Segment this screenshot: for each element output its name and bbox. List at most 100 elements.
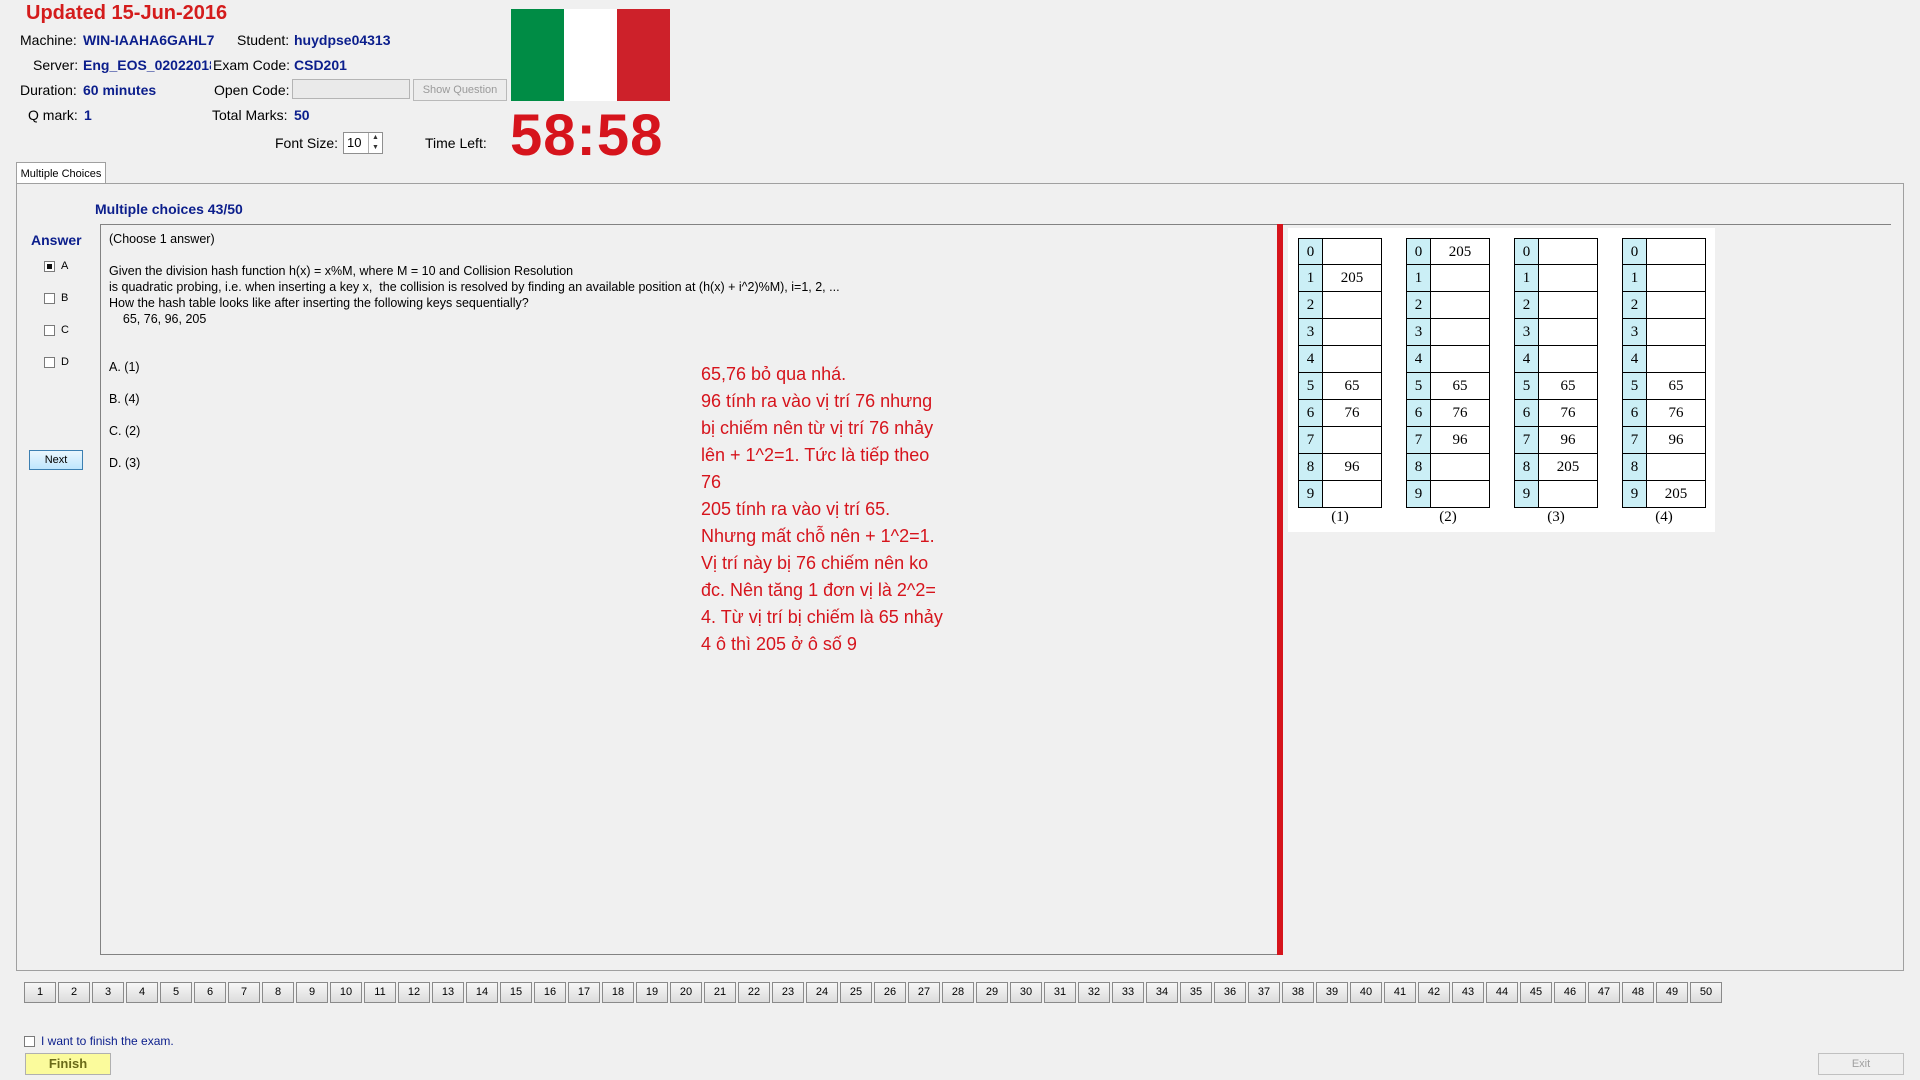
hash-index: 3 — [1406, 319, 1430, 346]
hash-index: 6 — [1514, 400, 1538, 427]
question-number-button[interactable]: 39 — [1316, 982, 1348, 1003]
exit-button[interactable]: Exit — [1818, 1053, 1904, 1075]
question-number-button[interactable]: 41 — [1384, 982, 1416, 1003]
question-number-button[interactable]: 37 — [1248, 982, 1280, 1003]
question-number-button[interactable]: 40 — [1350, 982, 1382, 1003]
hash-value — [1538, 238, 1598, 265]
answer-option-a[interactable]: A — [44, 260, 68, 272]
finish-button[interactable]: Finish — [25, 1053, 111, 1075]
question-number-button[interactable]: 32 — [1078, 982, 1110, 1003]
question-number-button[interactable]: 48 — [1622, 982, 1654, 1003]
checkbox-a[interactable] — [44, 260, 55, 272]
question-number-button[interactable]: 18 — [602, 982, 634, 1003]
question-number-button[interactable]: 33 — [1112, 982, 1144, 1003]
answer-option-d[interactable]: D — [44, 356, 69, 368]
hash-tables-image: 0 1 205 2 3 4 5 65 6 76 7 8 96 9 (1) 0 205 1 2 3 4 5 65 6 76 7 96 8… — [1288, 228, 1715, 532]
hash-table-row: 2 — [1514, 292, 1598, 319]
question-number-button[interactable]: 21 — [704, 982, 736, 1003]
checkbox-d[interactable] — [44, 356, 55, 368]
hash-table-row: 5 65 — [1406, 373, 1490, 400]
hash-index: 4 — [1622, 346, 1646, 373]
question-number-button[interactable]: 28 — [942, 982, 974, 1003]
hash-index: 6 — [1406, 400, 1430, 427]
checkbox-c[interactable] — [44, 324, 55, 336]
hash-table-row: 9 — [1406, 481, 1490, 508]
question-number-button[interactable]: 7 — [228, 982, 260, 1003]
stepper-up-icon[interactable]: ▲ — [368, 133, 382, 143]
question-number-button[interactable]: 4 — [126, 982, 158, 1003]
machine-label: Machine: — [20, 32, 77, 48]
question-number-button[interactable]: 13 — [432, 982, 464, 1003]
hash-index: 4 — [1298, 346, 1322, 373]
question-number-button[interactable]: 14 — [466, 982, 498, 1003]
question-number-button[interactable]: 19 — [636, 982, 668, 1003]
hash-table-row: 4 — [1406, 346, 1490, 373]
question-number-button[interactable]: 12 — [398, 982, 430, 1003]
next-button[interactable]: Next — [29, 450, 83, 470]
question-number-button[interactable]: 5 — [160, 982, 192, 1003]
hash-table-row: 9 205 — [1622, 481, 1706, 508]
answer-option-b[interactable]: B — [44, 292, 68, 304]
question-number-button[interactable]: 8 — [262, 982, 294, 1003]
question-number-button[interactable]: 35 — [1180, 982, 1212, 1003]
question-number-button[interactable]: 43 — [1452, 982, 1484, 1003]
hash-table-row: 1 — [1406, 265, 1490, 292]
exam-code-value: CSD201 — [294, 57, 347, 73]
show-question-button[interactable]: Show Question — [413, 79, 507, 101]
stepper-down-icon[interactable]: ▼ — [368, 143, 382, 153]
question-number-button[interactable]: 3 — [92, 982, 124, 1003]
hash-value — [1322, 427, 1382, 454]
question-number-button[interactable]: 36 — [1214, 982, 1246, 1003]
hash-table-caption: (2) — [1439, 509, 1457, 525]
question-number-button[interactable]: 26 — [874, 982, 906, 1003]
question-number-button[interactable]: 44 — [1486, 982, 1518, 1003]
question-number-button[interactable]: 29 — [976, 982, 1008, 1003]
qmark-value: 1 — [84, 107, 92, 123]
hash-table-row: 5 65 — [1622, 373, 1706, 400]
question-number-button[interactable]: 20 — [670, 982, 702, 1003]
question-number-button[interactable]: 22 — [738, 982, 770, 1003]
answer-option-c[interactable]: C — [44, 324, 69, 336]
hash-table-row: 3 — [1406, 319, 1490, 346]
finish-checkbox[interactable] — [24, 1036, 35, 1048]
question-number-button[interactable]: 30 — [1010, 982, 1042, 1003]
question-number-button[interactable]: 16 — [534, 982, 566, 1003]
question-number-button[interactable]: 45 — [1520, 982, 1552, 1003]
hash-index: 8 — [1514, 454, 1538, 481]
hash-index: 5 — [1622, 373, 1646, 400]
question-number-button[interactable]: 1 — [24, 982, 56, 1003]
hash-value: 65 — [1538, 373, 1598, 400]
question-number-button[interactable]: 24 — [806, 982, 838, 1003]
tab-multiple-choices[interactable]: Multiple Choices — [16, 162, 106, 184]
question-number-button[interactable]: 2 — [58, 982, 90, 1003]
question-number-button[interactable]: 42 — [1418, 982, 1450, 1003]
finish-confirm[interactable]: I want to finish the exam. — [24, 1034, 174, 1048]
hash-index: 8 — [1622, 454, 1646, 481]
hash-value: 65 — [1646, 373, 1706, 400]
open-code-input[interactable] — [292, 79, 410, 99]
hash-index: 3 — [1514, 319, 1538, 346]
question-number-button[interactable]: 6 — [194, 982, 226, 1003]
question-number-button[interactable]: 11 — [364, 982, 396, 1003]
checkbox-b[interactable] — [44, 292, 55, 304]
question-number-button[interactable]: 34 — [1146, 982, 1178, 1003]
answer-letter-d: D — [61, 356, 69, 368]
question-number-button[interactable]: 31 — [1044, 982, 1076, 1003]
question-number-button[interactable]: 38 — [1282, 982, 1314, 1003]
question-number-button[interactable]: 47 — [1588, 982, 1620, 1003]
hash-index: 7 — [1622, 427, 1646, 454]
question-number-button[interactable]: 49 — [1656, 982, 1688, 1003]
font-size-stepper[interactable]: 10 ▲ ▼ — [343, 132, 383, 154]
hash-index: 3 — [1622, 319, 1646, 346]
question-number-button[interactable]: 15 — [500, 982, 532, 1003]
question-number-button[interactable]: 50 — [1690, 982, 1722, 1003]
question-number-button[interactable]: 25 — [840, 982, 872, 1003]
flag-stripe — [511, 9, 564, 101]
question-number-button[interactable]: 17 — [568, 982, 600, 1003]
question-number-button[interactable]: 23 — [772, 982, 804, 1003]
question-number-button[interactable]: 10 — [330, 982, 362, 1003]
question-number-button[interactable]: 46 — [1554, 982, 1586, 1003]
hash-table-caption: (1) — [1331, 509, 1349, 525]
question-number-button[interactable]: 27 — [908, 982, 940, 1003]
question-number-button[interactable]: 9 — [296, 982, 328, 1003]
